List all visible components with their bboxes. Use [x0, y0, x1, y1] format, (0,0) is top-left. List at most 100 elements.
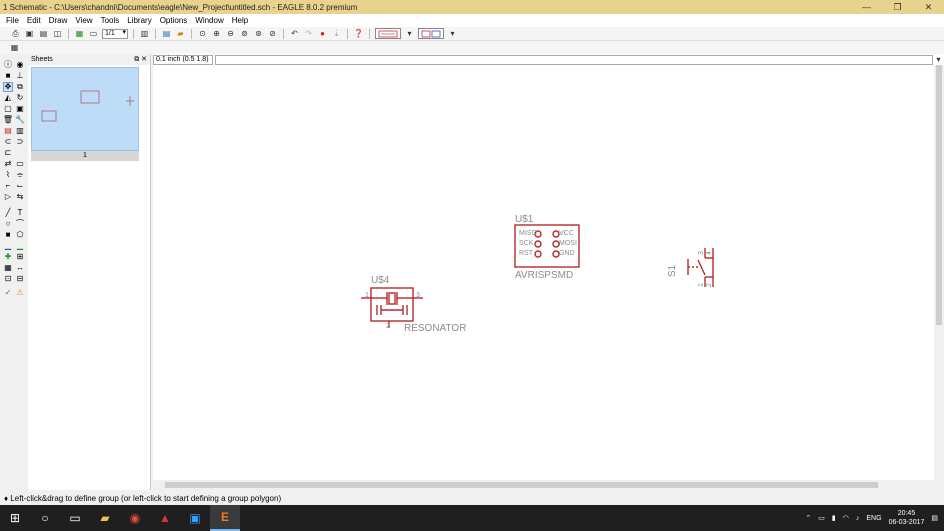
label-icon[interactable]: ⊞: [15, 252, 25, 262]
name-icon[interactable]: ⊂: [3, 137, 13, 147]
clock[interactable]: 20:45 06-03-2017: [889, 509, 925, 527]
redo-icon[interactable]: ↷: [303, 28, 314, 39]
copy-icon[interactable]: ⧉: [15, 82, 25, 92]
rotate-icon[interactable]: ↻: [15, 93, 25, 103]
zoom-in-icon[interactable]: ⊕: [211, 28, 222, 39]
grid-icon[interactable]: ▦: [9, 42, 20, 53]
close-icon[interactable]: ✕: [913, 0, 944, 14]
circle-icon[interactable]: ○: [3, 219, 13, 229]
value-icon[interactable]: ⊃: [15, 137, 25, 147]
change-icon[interactable]: 🔧: [15, 115, 25, 125]
menu-tools[interactable]: Tools: [97, 14, 124, 27]
design-link-button[interactable]: [375, 28, 401, 39]
dimension-icon[interactable]: ↔: [15, 263, 25, 273]
add-icon[interactable]: ▤: [3, 126, 13, 136]
part-resonator[interactable]: U$4 1 2 3 RESONATOR: [361, 275, 466, 334]
menu-library[interactable]: Library: [123, 14, 155, 27]
display-icon[interactable]: ■: [3, 71, 13, 81]
mark-icon[interactable]: ⊥: [15, 71, 25, 81]
task-view-icon[interactable]: ▭: [60, 505, 90, 531]
language-indicator[interactable]: ENG: [866, 515, 881, 522]
canvas-horizontal-scrollbar[interactable]: [153, 480, 934, 490]
schematic-canvas[interactable]: U$1 MISO SCK RST VCC MOSI GND AVRISPSMD …: [153, 65, 934, 480]
acrobat-icon[interactable]: ▲: [150, 505, 180, 531]
action-center-icon[interactable]: ▤: [931, 514, 938, 522]
scrollbar-thumb[interactable]: [165, 482, 878, 488]
network-icon[interactable]: ⌃: [805, 514, 811, 522]
notification-icon[interactable]: ▭: [818, 514, 825, 522]
sheet-select[interactable]: 1/1: [102, 28, 128, 39]
minimize-icon[interactable]: —: [851, 0, 882, 14]
smash-icon[interactable]: ⊏: [3, 148, 13, 158]
board-switch-icon[interactable]: ▦: [74, 28, 85, 39]
eagle-icon[interactable]: E: [210, 505, 240, 531]
wire-icon[interactable]: ╱: [3, 208, 13, 218]
help-icon[interactable]: ❓: [353, 28, 364, 39]
arc-icon[interactable]: ⌒: [15, 219, 25, 229]
erc-icon[interactable]: ✓: [3, 288, 13, 298]
attribute-icon[interactable]: ▦: [3, 263, 13, 273]
windows-start-icon[interactable]: ⊞: [0, 505, 30, 531]
text-icon[interactable]: T: [15, 208, 25, 218]
use-library-icon[interactable]: ▥: [139, 28, 150, 39]
menu-draw[interactable]: Draw: [45, 14, 72, 27]
menu-file[interactable]: File: [2, 14, 23, 27]
scrollbar-thumb[interactable]: [936, 65, 942, 325]
power-icon[interactable]: ▮: [832, 514, 836, 522]
zoom-redraw-icon[interactable]: ⊛: [253, 28, 264, 39]
photoshop-icon[interactable]: ▣: [180, 505, 210, 531]
paste-icon[interactable]: ▣: [15, 104, 25, 114]
warning-icon[interactable]: ⚠: [15, 288, 25, 298]
chevron-down-icon[interactable]: ▾: [447, 28, 458, 39]
menu-help[interactable]: Help: [228, 14, 252, 27]
zoom-fit-icon[interactable]: ⊙: [197, 28, 208, 39]
menu-edit[interactable]: Edit: [23, 14, 45, 27]
optimize-icon[interactable]: ⌯: [15, 170, 25, 180]
chevron-down-icon[interactable]: ▾: [404, 28, 415, 39]
cam-icon[interactable]: ◫: [52, 28, 63, 39]
maximize-icon[interactable]: ❐: [882, 0, 913, 14]
menu-window[interactable]: Window: [191, 14, 227, 27]
menu-options[interactable]: Options: [156, 14, 192, 27]
busline-icon[interactable]: ▁: [15, 241, 25, 251]
group-icon[interactable]: ▢: [3, 104, 13, 114]
route-icon[interactable]: ⌐: [3, 181, 13, 191]
frame-icon[interactable]: ⊡: [3, 274, 13, 284]
volume-icon[interactable]: ♪: [856, 515, 860, 522]
schematic-drawing[interactable]: U$1 MISO SCK RST VCC MOSI GND AVRISPSMD …: [153, 65, 934, 480]
menu-view[interactable]: View: [71, 14, 96, 27]
undo-icon[interactable]: ↶: [289, 28, 300, 39]
junction-icon[interactable]: ✚: [3, 252, 13, 262]
replace-icon[interactable]: ▥: [15, 126, 25, 136]
part-switch-s1[interactable]: S1 3 4 1 2: [667, 248, 714, 287]
module-icon[interactable]: ⊟: [15, 274, 25, 284]
open-icon[interactable]: ⎙: [10, 28, 21, 39]
rect-icon[interactable]: ■: [3, 230, 13, 240]
file-explorer-icon[interactable]: ▰: [90, 505, 120, 531]
mirror-icon[interactable]: ◭: [3, 93, 13, 103]
go-icon[interactable]: ⇣: [331, 28, 342, 39]
run-ulp-icon[interactable]: ▰: [175, 28, 186, 39]
bus-icon[interactable]: ▷: [3, 192, 13, 202]
zoom-select-icon[interactable]: ⊚: [239, 28, 250, 39]
wifi-icon[interactable]: ◠: [843, 514, 849, 522]
canvas-vertical-scrollbar[interactable]: [934, 65, 944, 480]
part-avrispsmd[interactable]: U$1 MISO SCK RST VCC MOSI GND AVRISPSMD: [514, 214, 580, 281]
polygon-icon[interactable]: ⬠: [15, 230, 25, 240]
show-icon[interactable]: ◉: [15, 60, 25, 70]
chevron-down-icon[interactable]: ▾: [933, 54, 944, 65]
print-icon[interactable]: ▤: [38, 28, 49, 39]
stop-icon[interactable]: ●: [317, 28, 328, 39]
info-icon[interactable]: ⓘ: [3, 60, 13, 70]
panel-controls[interactable]: ⧉ ✕: [134, 55, 147, 64]
miter-icon[interactable]: ⌙: [15, 181, 25, 191]
spice-button[interactable]: [418, 28, 444, 39]
delete-icon[interactable]: 🗑: [3, 115, 13, 125]
save-icon[interactable]: ▣: [24, 28, 35, 39]
gateswap-icon[interactable]: ▭: [15, 159, 25, 169]
zoom-last-icon[interactable]: ⊘: [267, 28, 278, 39]
pinswap-icon[interactable]: ⇄: [3, 159, 13, 169]
invoke-icon[interactable]: ⇆: [15, 192, 25, 202]
split-wire-icon[interactable]: ⌇: [3, 170, 13, 180]
net-icon[interactable]: ▁: [3, 241, 13, 251]
